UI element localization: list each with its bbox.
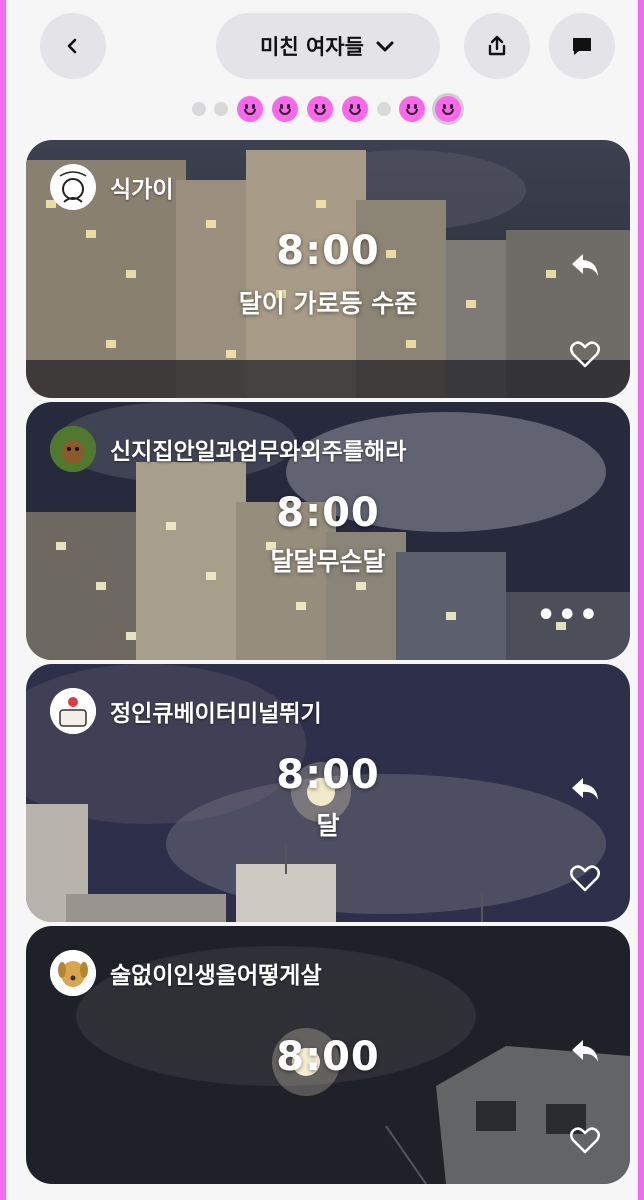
heart-icon[interactable] (570, 1126, 600, 1154)
heart-icon[interactable] (570, 864, 600, 892)
smiley-icon[interactable] (237, 96, 263, 122)
avatar[interactable] (50, 426, 96, 472)
chevron-down-icon (376, 41, 394, 52)
username: 정인큐베이터미널뛰기 (110, 701, 322, 727)
post-time: 8:00 (276, 1034, 380, 1080)
smiley-icon[interactable] (399, 96, 425, 122)
heart-icon[interactable] (570, 340, 600, 368)
post-author[interactable]: 신지집안일과업무와외주를해라 (50, 426, 406, 472)
post-author[interactable]: 술없이인생을어떻게살 (50, 950, 322, 996)
group-selector[interactable]: 미친 여자들 (216, 13, 440, 79)
more-options-icon[interactable]: ••• (536, 598, 600, 633)
avatar-cake-icon (50, 688, 96, 734)
reply-icon[interactable] (570, 1038, 600, 1064)
post-card[interactable]: 신지집안일과업무와외주를해라 8:00 달달무슨달 ••• (26, 402, 630, 660)
post-card[interactable]: 정인큐베이터미널뛰기 8:00 달 (26, 664, 630, 922)
chevron-left-icon (67, 38, 77, 54)
reply-icon[interactable] (570, 776, 600, 802)
post-author[interactable]: 식가이 (50, 164, 173, 210)
pagination (6, 94, 644, 122)
post-caption: 달 (316, 811, 340, 840)
post-card[interactable]: 식가이 8:00 달이 가로등 수준 (26, 140, 630, 398)
share-icon (488, 35, 506, 56)
post-caption: 달달무슨달 (270, 547, 386, 576)
page-dot[interactable] (377, 102, 391, 116)
smiley-icon[interactable] (272, 96, 298, 122)
back-button[interactable] (40, 13, 106, 79)
page-dot[interactable] (214, 102, 228, 116)
username: 술없이인생을어떻게살 (110, 963, 322, 989)
group-title: 미친 여자들 (260, 35, 364, 59)
chat-bubble-icon (573, 38, 591, 55)
post-card[interactable]: 술없이인생을어떻게살 8:00 (26, 926, 630, 1184)
post-time: 8:00 (276, 490, 380, 536)
username: 신지집안일과업무와외주를해라 (110, 439, 407, 465)
post-author[interactable]: 정인큐베이터미널뛰기 (50, 688, 322, 734)
post-caption: 달이 가로등 수준 (238, 289, 418, 318)
smiley-icon[interactable] (342, 96, 368, 122)
page-dot[interactable] (192, 102, 206, 116)
avatar[interactable] (50, 688, 96, 734)
post-time: 8:00 (276, 752, 380, 798)
chat-button[interactable] (549, 13, 615, 79)
avatar-drawing-icon (59, 171, 87, 203)
username: 식가이 (110, 177, 174, 203)
smiley-icon[interactable] (307, 96, 333, 122)
avatar-dog-icon (50, 950, 96, 996)
avatar[interactable] (50, 950, 96, 996)
smiley-icon-active[interactable] (435, 96, 461, 122)
reply-icon[interactable] (570, 252, 600, 278)
top-bar: 미친 여자들 (6, 0, 644, 92)
post-time: 8:00 (276, 228, 380, 274)
avatar-animal-icon (50, 426, 96, 472)
share-button[interactable] (464, 13, 530, 79)
avatar[interactable] (50, 164, 96, 210)
app-frame: 미친 여자들 식가이 8:00 달이 가로등 수준 신지집안일과업무와외주를해라… (0, 0, 644, 1200)
